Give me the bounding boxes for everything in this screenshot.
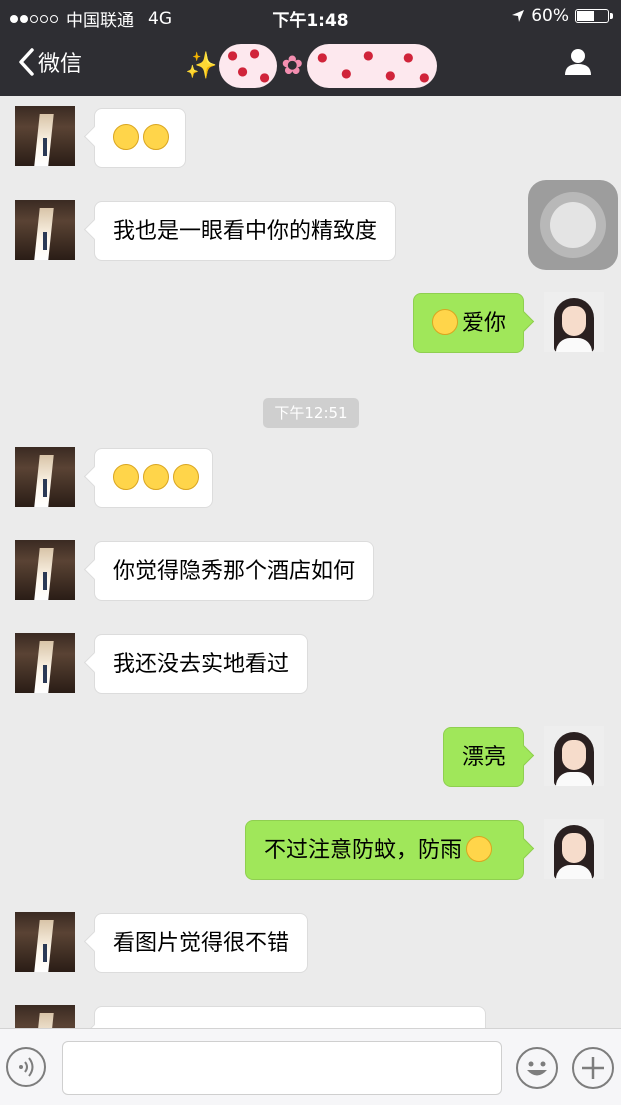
message-text: 看图片觉得很不错 (113, 931, 290, 956)
grimace-emoji-icon (113, 464, 139, 490)
message-bubble[interactable] (94, 448, 213, 508)
input-bar (0, 1028, 621, 1105)
friend-avatar[interactable] (15, 447, 75, 507)
message-bubble[interactable]: 爱你 (413, 293, 524, 353)
status-right: 60% (511, 6, 613, 26)
friend-avatar[interactable] (15, 106, 75, 166)
back-label: 微信 (38, 52, 83, 77)
friend-avatar[interactable] (15, 540, 75, 600)
location-arrow-icon (512, 10, 525, 22)
cherry-sticker: ● ● ● ● (219, 44, 278, 88)
message-bubble[interactable]: 我也是一眼看中你的精致度 (94, 201, 397, 261)
message-bubble[interactable]: 你觉得隐秀那个酒店如何 (94, 541, 375, 601)
message-bubble-partial[interactable] (94, 1006, 486, 1028)
my-avatar[interactable] (544, 726, 604, 786)
message-bubble[interactable]: 我还没去实地看过 (94, 634, 309, 694)
top-bar: 中国联通 4G 下午1:48 60% 微信 ✨ ● ● ● ● ✿ ● ● ● ● ● ● (0, 0, 621, 96)
my-avatar[interactable] (544, 292, 604, 352)
friend-avatar[interactable] (15, 200, 75, 260)
battery-percent: 60% (531, 6, 569, 26)
friend-avatar[interactable] (15, 633, 75, 693)
grinning-emoji-icon (113, 124, 139, 150)
person-icon[interactable] (563, 48, 593, 80)
shy-emoji-icon (466, 836, 493, 862)
chevron-left-icon (19, 48, 34, 76)
friend-avatar[interactable] (15, 912, 75, 972)
sparkle-icon: ✨ (185, 51, 218, 81)
message-text: 爱你 (462, 311, 507, 336)
grinning-emoji-icon (143, 124, 169, 150)
friend-avatar[interactable] (15, 1005, 75, 1028)
message-text: 我还没去实地看过 (113, 652, 290, 677)
message-bubble[interactable]: 看图片觉得很不错 (94, 913, 309, 973)
assistive-touch-button[interactable] (528, 180, 618, 270)
message-bubble[interactable] (94, 108, 186, 168)
my-avatar[interactable] (544, 819, 604, 879)
grimace-emoji-icon (143, 464, 169, 490)
blossom-icon: ✿ (281, 51, 304, 81)
cherry-sticker-2: ● ● ● ● ● ● (307, 44, 438, 88)
battery-icon (575, 9, 613, 23)
message-bubble[interactable]: 不过注意防蚊，防雨 (245, 820, 524, 880)
message-text: 你觉得隐秀那个酒店如何 (113, 559, 356, 584)
message-text: 我也是一眼看中你的精致度 (113, 219, 378, 244)
message-text: 漂亮 (462, 745, 507, 770)
grimace-emoji-icon (173, 464, 199, 490)
message-bubble[interactable]: 漂亮 (443, 727, 524, 787)
back-button[interactable]: 微信 (18, 46, 82, 78)
status-bar: 中国联通 4G 下午1:48 60% (0, 0, 621, 32)
kiss-emoji-icon (432, 309, 458, 335)
chat-area[interactable]: 我也是一眼看中你的精致度 爱你 下午12:51 你觉得隐秀那个酒店如何 我还没去… (0, 96, 621, 1028)
smiley-icon[interactable] (516, 1047, 558, 1089)
message-text: 不过注意防蚊，防雨 (264, 838, 463, 863)
plus-icon[interactable] (572, 1047, 614, 1089)
time-divider: 下午12:51 (263, 398, 359, 428)
message-input[interactable] (62, 1041, 502, 1095)
voice-icon[interactable] (6, 1047, 46, 1087)
nav-bar: 微信 ✨ ● ● ● ● ✿ ● ● ● ● ● ● (0, 32, 621, 96)
chat-title: ✨ ● ● ● ● ✿ ● ● ● ● ● ● (185, 38, 438, 94)
